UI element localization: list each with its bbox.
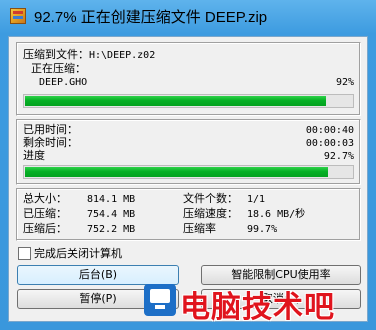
archive-app-icon [10, 8, 26, 24]
compression-progress-window: 92.7% 正在创建压缩文件 DEEP.zip 压缩到文件： H:\DEEP.z… [0, 0, 376, 330]
stats-group: 总大小： 814.1 MB 已压缩： 754.4 MB 压缩后： 752.2 M… [16, 188, 361, 241]
compressed-label: 已压缩： [23, 207, 67, 220]
watermark: 电脑技术吧 [144, 280, 376, 325]
remaining-label: 剩余时间： [23, 136, 78, 149]
elapsed-value: 00:00:40 [305, 125, 354, 136]
watermark-text: 电脑技术吧 [180, 290, 335, 325]
ratio-label: 压缩率 [183, 222, 216, 235]
speed-value: 18.6 MB/秒 [247, 209, 306, 220]
total-progress-bar [23, 165, 354, 179]
in-progress-label: 正在压缩： [31, 62, 86, 75]
total-progress-fill [25, 167, 329, 177]
time-group: 已用时间： 00:00:40 剩余时间： 00:00:03 进度 92.7% [16, 119, 361, 185]
window-title: 92.7% 正在创建压缩文件 DEEP.zip [34, 9, 268, 26]
target-file-path: H:\DEEP.z02 [89, 50, 156, 61]
file-count-label: 文件个数： [183, 192, 238, 205]
remaining-value: 00:00:03 [305, 138, 354, 149]
total-size-label: 总大小： [23, 192, 67, 205]
shutdown-label[interactable]: 完成后关闭计算机 [34, 248, 122, 260]
title-bar[interactable]: 92.7% 正在创建压缩文件 DEEP.zip [0, 0, 376, 32]
current-file-name: DEEP.GHO [39, 77, 88, 88]
compressed-value: 754.4 MB [87, 209, 136, 220]
file-progress-bar [23, 94, 354, 108]
ratio-value: 99.7% [247, 224, 278, 235]
computer-logo-icon [144, 284, 176, 316]
progress-percent: 92.7% [323, 151, 354, 162]
after-compress-value: 752.2 MB [87, 224, 136, 235]
file-percent: 92% [335, 77, 354, 88]
progress-label: 进度 [23, 149, 45, 162]
compress-file-group: 压缩到文件： H:\DEEP.z02 正在压缩： DEEP.GHO 92% [16, 42, 361, 116]
file-count-value: 1/1 [247, 194, 266, 205]
after-compress-label: 压缩后： [23, 222, 67, 235]
total-size-value: 814.1 MB [87, 194, 136, 205]
file-progress-fill [25, 96, 326, 106]
speed-label: 压缩速度： [183, 207, 238, 220]
shutdown-checkbox[interactable] [18, 247, 31, 260]
elapsed-label: 已用时间： [23, 123, 78, 136]
target-file-label: 压缩到文件： [23, 48, 89, 61]
